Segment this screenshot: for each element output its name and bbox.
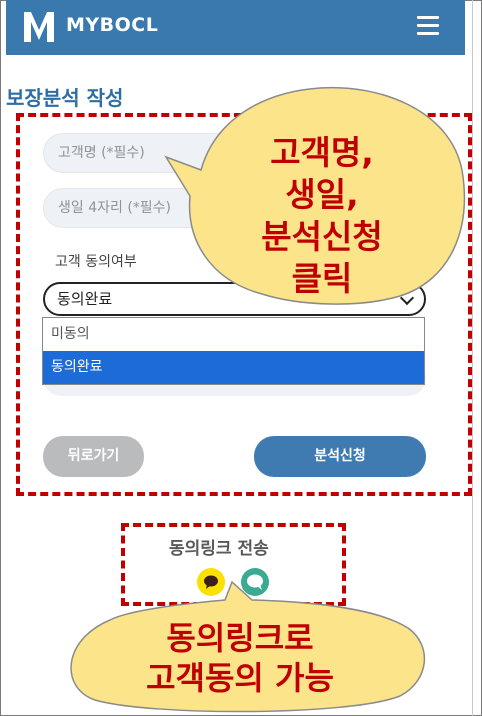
callout-1-text: 고객명, 생일, 분석신청 클릭	[232, 132, 412, 300]
callout-2-line: 동의링크로	[166, 619, 314, 657]
callout-2-line: 고객동의 가능	[146, 659, 334, 697]
callout-bubbles	[70, 86, 466, 713]
callout-1-line: 생일,	[285, 175, 359, 214]
callout-1-line: 분석신청	[261, 217, 383, 256]
callout-1-line: 고객명,	[270, 133, 374, 172]
callout-2-text: 동의링크로 고객동의 가능	[65, 618, 415, 698]
callout-1-line: 클릭	[291, 259, 353, 298]
